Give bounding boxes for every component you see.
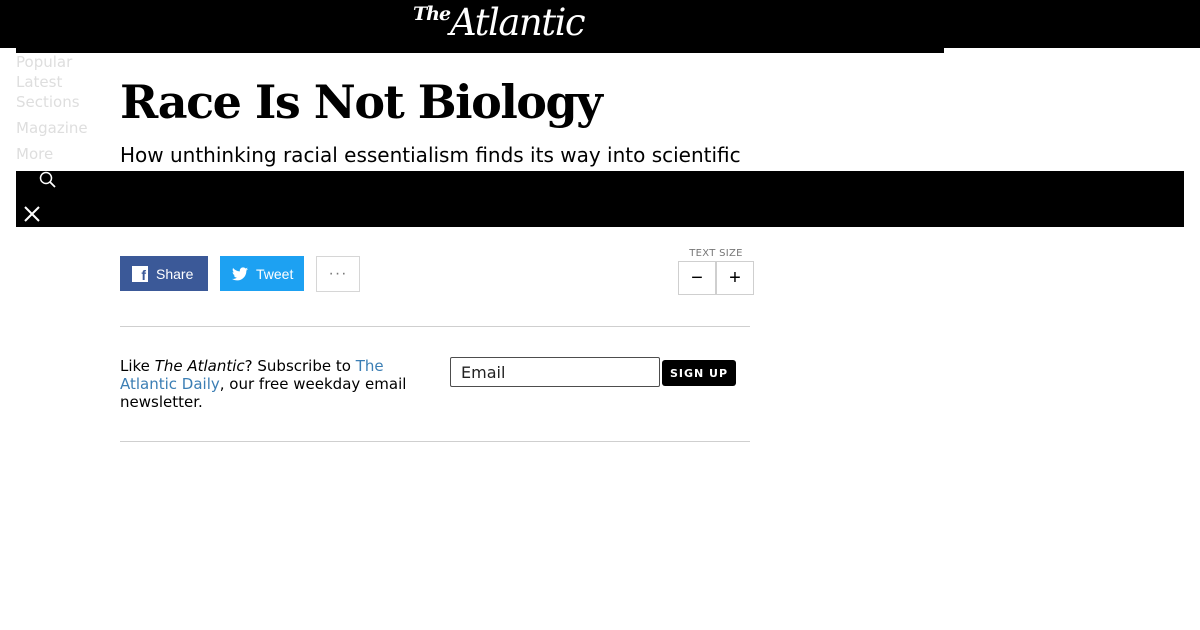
divider-top [120,326,750,327]
promo-mid: ? Subscribe to [244,357,356,375]
newsletter-promo-text: Like The Atlantic? Subscribe to The Atla… [120,357,430,411]
email-input[interactable] [450,357,660,387]
search-icon[interactable] [38,171,58,189]
nav-link-sections[interactable]: Sections [16,92,80,112]
sign-up-button[interactable]: SIGN UP [662,360,736,386]
nav-link-magazine[interactable]: Magazine [16,118,88,138]
article-subtitle: How unthinking racial essentialism finds… [120,143,741,167]
close-icon[interactable] [22,204,42,224]
facebook-share-button[interactable]: f Share [120,256,208,291]
tweet-label: Tweet [256,265,294,282]
overlay-bar [16,171,1184,227]
nav-link-latest[interactable]: Latest [16,72,62,92]
divider-bottom [120,441,750,442]
logo-atlantic: Atlantic [450,1,586,44]
header-underline [16,48,944,53]
promo-publication-name: The Atlantic [154,357,245,375]
top-navigation-bar: TheAtlantic [0,0,1200,48]
facebook-icon: f [132,265,148,282]
promo-prefix: Like [120,357,155,375]
the-atlantic-logo[interactable]: TheAtlantic [413,0,586,48]
increase-text-size-button[interactable]: + [716,261,754,295]
logo-the: The [413,3,451,25]
nav-link-more[interactable]: More [16,144,53,164]
twitter-bird-icon [232,266,248,280]
share-label: Share [156,265,194,282]
text-size-label: TEXT SIZE [689,248,743,259]
twitter-tweet-button[interactable]: Tweet [220,256,304,291]
more-share-options-button[interactable]: ··· [316,256,360,292]
decrease-text-size-button[interactable]: − [678,261,716,295]
nav-link-popular[interactable]: Popular [16,52,72,72]
article-title: Race Is Not Biology [120,75,603,129]
